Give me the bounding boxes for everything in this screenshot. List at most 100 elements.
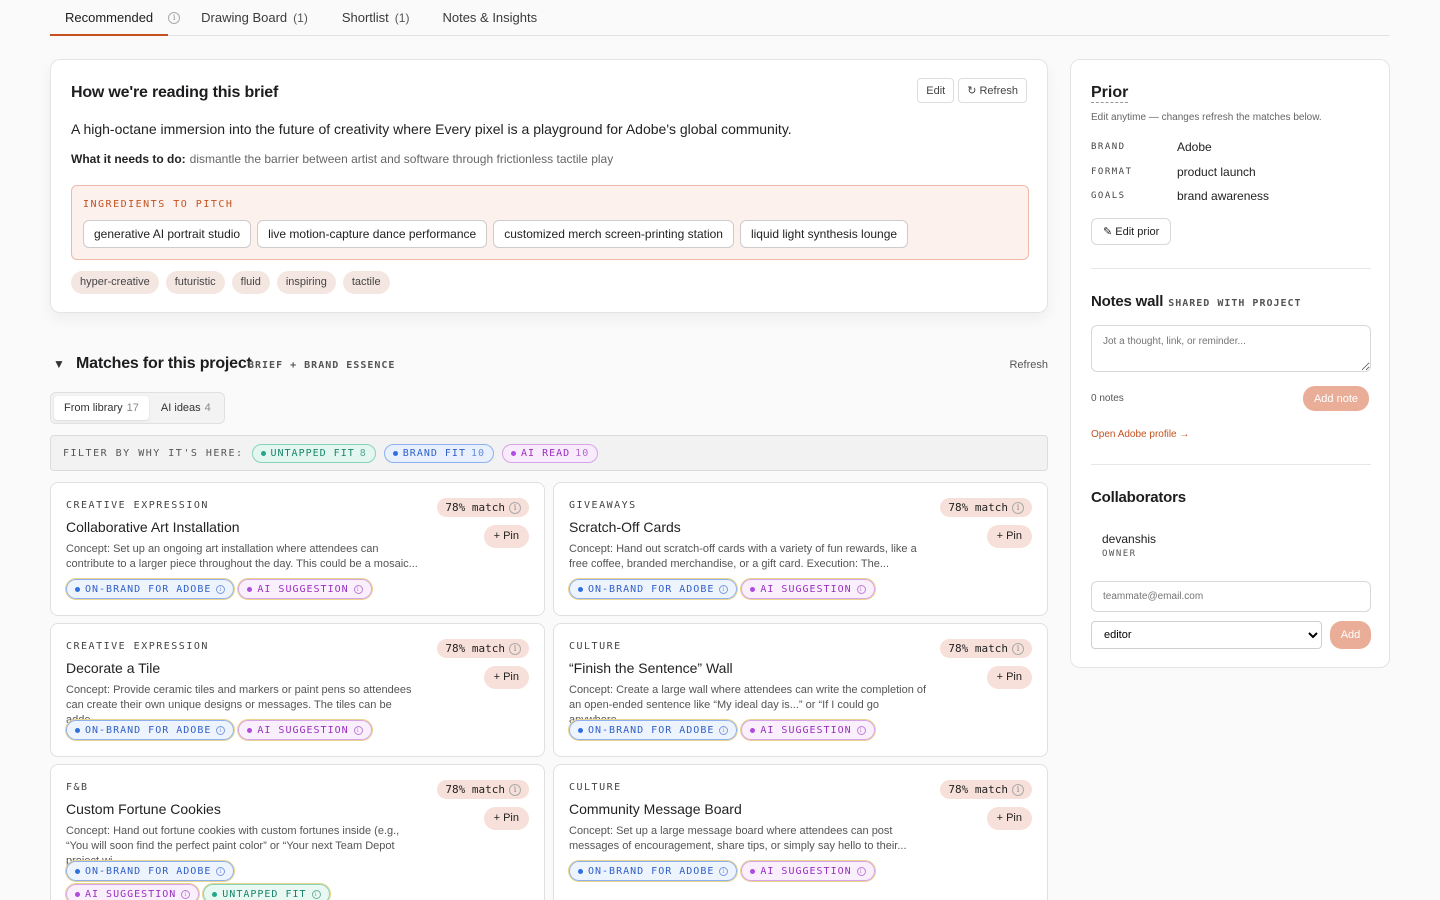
info-icon[interactable]: i — [509, 642, 521, 655]
refresh-brief-button[interactable]: ↻ Refresh — [958, 78, 1027, 103]
badge-label: AI SUGGESTION — [85, 888, 177, 900]
info-icon[interactable]: i — [311, 889, 321, 899]
dot-icon — [511, 450, 517, 456]
match-card[interactable]: CREATIVE EXPRESSION Decorate a Tile Conc… — [50, 623, 545, 757]
card-title: “Finish the Sentence” Wall — [569, 660, 733, 676]
email-field[interactable] — [1091, 581, 1371, 612]
match-card[interactable]: CULTURE “Finish the Sentence” Wall Conce… — [553, 623, 1048, 757]
filter-chip-count: 8 — [359, 447, 367, 459]
badge-label: AI SUGGESTION — [257, 583, 349, 595]
pin-button[interactable]: + Pin — [986, 807, 1032, 830]
card-title: Custom Fortune Cookies — [66, 801, 221, 817]
info-icon[interactable]: i — [216, 866, 226, 876]
pin-button[interactable]: + Pin — [986, 666, 1032, 689]
dot-icon — [75, 586, 80, 592]
dot-icon — [750, 586, 756, 592]
collaborators-title: Collaborators — [1091, 489, 1186, 506]
segment-from-library[interactable]: From library 17 — [54, 396, 149, 420]
pin-button[interactable]: + Pin — [483, 525, 529, 548]
match-score: 78% match i — [940, 639, 1032, 658]
info-icon[interactable]: i — [719, 725, 729, 735]
dot-icon — [75, 868, 80, 874]
brief-card: How we're reading this brief Edit ↻ Refr… — [50, 59, 1048, 313]
badge-label: UNTAPPED FIT — [222, 888, 307, 900]
ingredient-chip[interactable]: generative AI portrait studio — [83, 220, 252, 248]
refresh-matches-link[interactable]: Refresh — [1009, 359, 1048, 371]
role-select[interactable]: editor — [1091, 621, 1322, 649]
info-icon[interactable]: i — [1012, 501, 1024, 514]
on-brand-badge: ON-BRAND FOR ADOBE i — [64, 719, 236, 741]
ingredient-chip[interactable]: customized merch screen-printing station — [493, 220, 734, 248]
tab-recommended[interactable]: Recommended — [50, 0, 169, 36]
info-icon[interactable]: i — [1012, 783, 1024, 796]
pin-button[interactable]: + Pin — [483, 666, 529, 689]
match-score-label: 78% match — [948, 783, 1008, 796]
tone-tag: hyper-creative — [71, 271, 159, 294]
tab-shortlist[interactable]: Shortlist (1) — [327, 0, 425, 35]
info-icon[interactable]: i — [353, 725, 363, 735]
card-category: GIVEAWAYS — [569, 500, 637, 511]
collaborator-name: devanshis — [1102, 532, 1157, 546]
dot-icon — [212, 891, 218, 897]
ai-suggestion-badge: AI SUGGESTION i — [740, 719, 876, 741]
info-icon[interactable]: i — [719, 584, 729, 594]
ai-suggestion-badge: AI SUGGESTION i — [237, 719, 373, 741]
add-collaborator-button[interactable]: Add — [1330, 621, 1371, 649]
tone-tags: hyper-creative futuristic fluid inspirin… — [71, 271, 390, 294]
ai-suggestion-badge: AI SUGGESTION i — [64, 883, 201, 900]
card-concept: Concept: Set up a large message board wh… — [569, 825, 907, 852]
pin-button[interactable]: + Pin — [986, 525, 1032, 548]
on-brand-badge: ON-BRAND FOR ADOBE i — [567, 860, 739, 882]
match-card[interactable]: F&B Custom Fortune Cookies Concept: Hand… — [50, 764, 545, 900]
info-icon[interactable]: i — [509, 501, 521, 514]
match-score-label: 78% match — [948, 642, 1008, 655]
need-text: dismantle the barrier between artist and… — [189, 152, 614, 166]
card-category: F&B — [66, 782, 89, 793]
ingredient-chip[interactable]: live motion-capture dance performance — [257, 220, 488, 248]
card-title: Scratch-Off Cards — [569, 519, 681, 535]
dot-icon — [75, 891, 80, 897]
tab-label: Recommended — [65, 9, 154, 25]
tab-notes-insights[interactable]: Notes & Insights — [427, 0, 552, 35]
edit-brief-button[interactable]: Edit — [917, 78, 955, 103]
open-profile-link[interactable]: Open Adobe profile → — [1091, 429, 1189, 440]
info-icon[interactable]: i — [1012, 642, 1024, 655]
tone-tag: fluid — [231, 271, 270, 294]
match-score: 78% match i — [940, 498, 1032, 517]
notes-wall-heading: Notes wall SHARED WITH PROJECT — [1091, 293, 1302, 310]
match-card[interactable]: GIVEAWAYS Scratch-Off Cards Concept: Han… — [553, 482, 1048, 616]
on-brand-badge: ON-BRAND FOR ADOBE i — [64, 578, 236, 600]
notes-title: Notes wall — [1091, 293, 1164, 310]
info-icon[interactable]: i — [353, 584, 363, 594]
note-input[interactable] — [1091, 325, 1371, 372]
card-category: CULTURE — [569, 641, 622, 652]
info-icon[interactable]: i — [509, 783, 521, 796]
add-note-button[interactable]: Add note — [1302, 386, 1369, 411]
card-title: Collaborative Art Installation — [66, 519, 240, 535]
filter-brand-fit[interactable]: BRAND FIT 10 — [383, 443, 495, 463]
filter-ai-read[interactable]: AI READ 10 — [502, 443, 599, 463]
info-icon[interactable]: i — [856, 584, 866, 594]
pin-button[interactable]: + Pin — [483, 807, 529, 830]
dot-icon — [578, 586, 583, 592]
segment-ai-ideas[interactable]: AI ideas 4 — [151, 396, 221, 420]
match-card[interactable]: CULTURE Community Message Board Concept:… — [553, 764, 1048, 900]
ingredient-chip[interactable]: liquid light synthesis lounge — [739, 220, 909, 248]
info-icon[interactable]: i — [181, 889, 191, 899]
info-icon[interactable]: i — [856, 725, 866, 735]
info-icon[interactable]: i — [216, 584, 226, 594]
collaborator-role: OWNER — [1102, 549, 1137, 559]
filter-chip-label: BRAND FIT — [402, 447, 466, 459]
dot-icon — [260, 450, 266, 456]
filter-untapped-fit[interactable]: UNTAPPED FIT 8 — [251, 443, 376, 463]
match-card[interactable]: CREATIVE EXPRESSION Collaborative Art In… — [50, 482, 545, 616]
info-icon[interactable]: i — [168, 11, 181, 24]
info-icon[interactable]: i — [856, 866, 866, 876]
tone-tag: tactile — [342, 271, 390, 294]
collapse-toggle-icon[interactable]: ▼ — [53, 357, 65, 371]
edit-prior-button[interactable]: ✎ Edit prior — [1091, 218, 1172, 245]
info-icon[interactable]: i — [216, 725, 226, 735]
need-label: What it needs to do: — [71, 152, 186, 166]
tab-drawing-board[interactable]: Drawing Board (1) — [186, 0, 323, 35]
info-icon[interactable]: i — [719, 866, 729, 876]
